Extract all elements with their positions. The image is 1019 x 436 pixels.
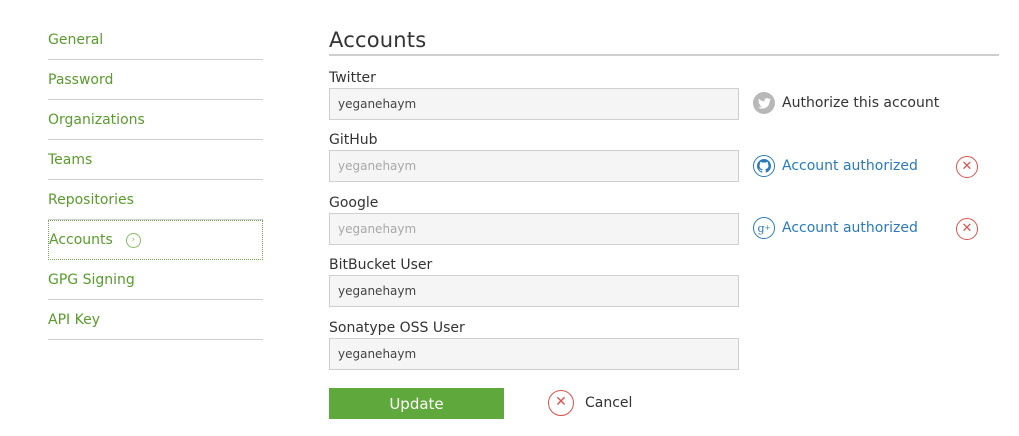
google-input bbox=[329, 213, 739, 245]
sidebar-item-label: Organizations bbox=[48, 111, 145, 128]
github-auth-text[interactable]: Account authorized bbox=[782, 158, 918, 174]
github-remove-button[interactable]: ✕ bbox=[956, 156, 978, 178]
cancel-label: Cancel bbox=[585, 395, 633, 411]
sidebar-item-label: Repositories bbox=[48, 191, 134, 208]
sidebar-item-gpg-signing[interactable]: GPG Signing bbox=[48, 260, 263, 300]
google-field-group: Google bbox=[329, 193, 739, 245]
twitter-input[interactable] bbox=[329, 88, 739, 120]
bitbucket-field-group: BitBucket User bbox=[329, 255, 739, 307]
sidebar-item-label: General bbox=[48, 31, 104, 48]
cancel-button[interactable]: ✕ Cancel bbox=[548, 390, 632, 416]
sidebar-item-label: Password bbox=[48, 71, 114, 88]
google-label: Google bbox=[329, 195, 379, 211]
github-icon bbox=[753, 155, 775, 177]
twitter-auth-text: Authorize this account bbox=[782, 95, 940, 111]
chevron-right-icon: › bbox=[125, 232, 141, 248]
sidebar-item-repositories[interactable]: Repositories bbox=[48, 180, 263, 220]
sidebar-item-label: Teams bbox=[48, 151, 93, 168]
github-input bbox=[329, 150, 739, 182]
github-field-group: GitHub bbox=[329, 130, 739, 182]
twitter-field-group: Twitter bbox=[329, 68, 739, 120]
sidebar-item-general[interactable]: General bbox=[48, 20, 263, 60]
update-button[interactable]: Update bbox=[329, 388, 504, 419]
twitter-authorize[interactable]: Authorize this account bbox=[753, 92, 939, 114]
google-auth-text[interactable]: Account authorized bbox=[782, 220, 918, 236]
twitter-icon bbox=[753, 92, 775, 114]
page-title: Accounts bbox=[329, 28, 999, 56]
sonatype-input[interactable] bbox=[329, 338, 739, 370]
github-authorized[interactable]: Account authorized bbox=[753, 155, 918, 177]
close-icon: ✕ bbox=[548, 390, 574, 416]
google-remove-button[interactable]: ✕ bbox=[956, 218, 978, 240]
sidebar-item-label: Accounts bbox=[49, 232, 113, 248]
sidebar-item-api-key[interactable]: API Key bbox=[48, 300, 263, 340]
sidebar-item-label: GPG Signing bbox=[48, 271, 135, 288]
twitter-label: Twitter bbox=[329, 70, 376, 86]
sonatype-field-group: Sonatype OSS User bbox=[329, 318, 739, 370]
google-authorized[interactable]: g + Account authorized bbox=[753, 217, 918, 239]
settings-sidebar: General Password Organizations Teams Rep… bbox=[48, 20, 263, 340]
sidebar-item-teams[interactable]: Teams bbox=[48, 140, 263, 180]
accounts-panel: Accounts Twitter Authorize this account … bbox=[329, 28, 999, 419]
sidebar-item-organizations[interactable]: Organizations bbox=[48, 100, 263, 140]
sidebar-item-label: API Key bbox=[48, 311, 100, 328]
bitbucket-label: BitBucket User bbox=[329, 257, 433, 273]
sonatype-label: Sonatype OSS User bbox=[329, 320, 465, 336]
sidebar-item-accounts[interactable]: Accounts › bbox=[48, 220, 263, 260]
sidebar-item-password[interactable]: Password bbox=[48, 60, 263, 100]
github-label: GitHub bbox=[329, 132, 378, 148]
bitbucket-input[interactable] bbox=[329, 275, 739, 307]
google-plus-icon: g + bbox=[753, 217, 775, 239]
